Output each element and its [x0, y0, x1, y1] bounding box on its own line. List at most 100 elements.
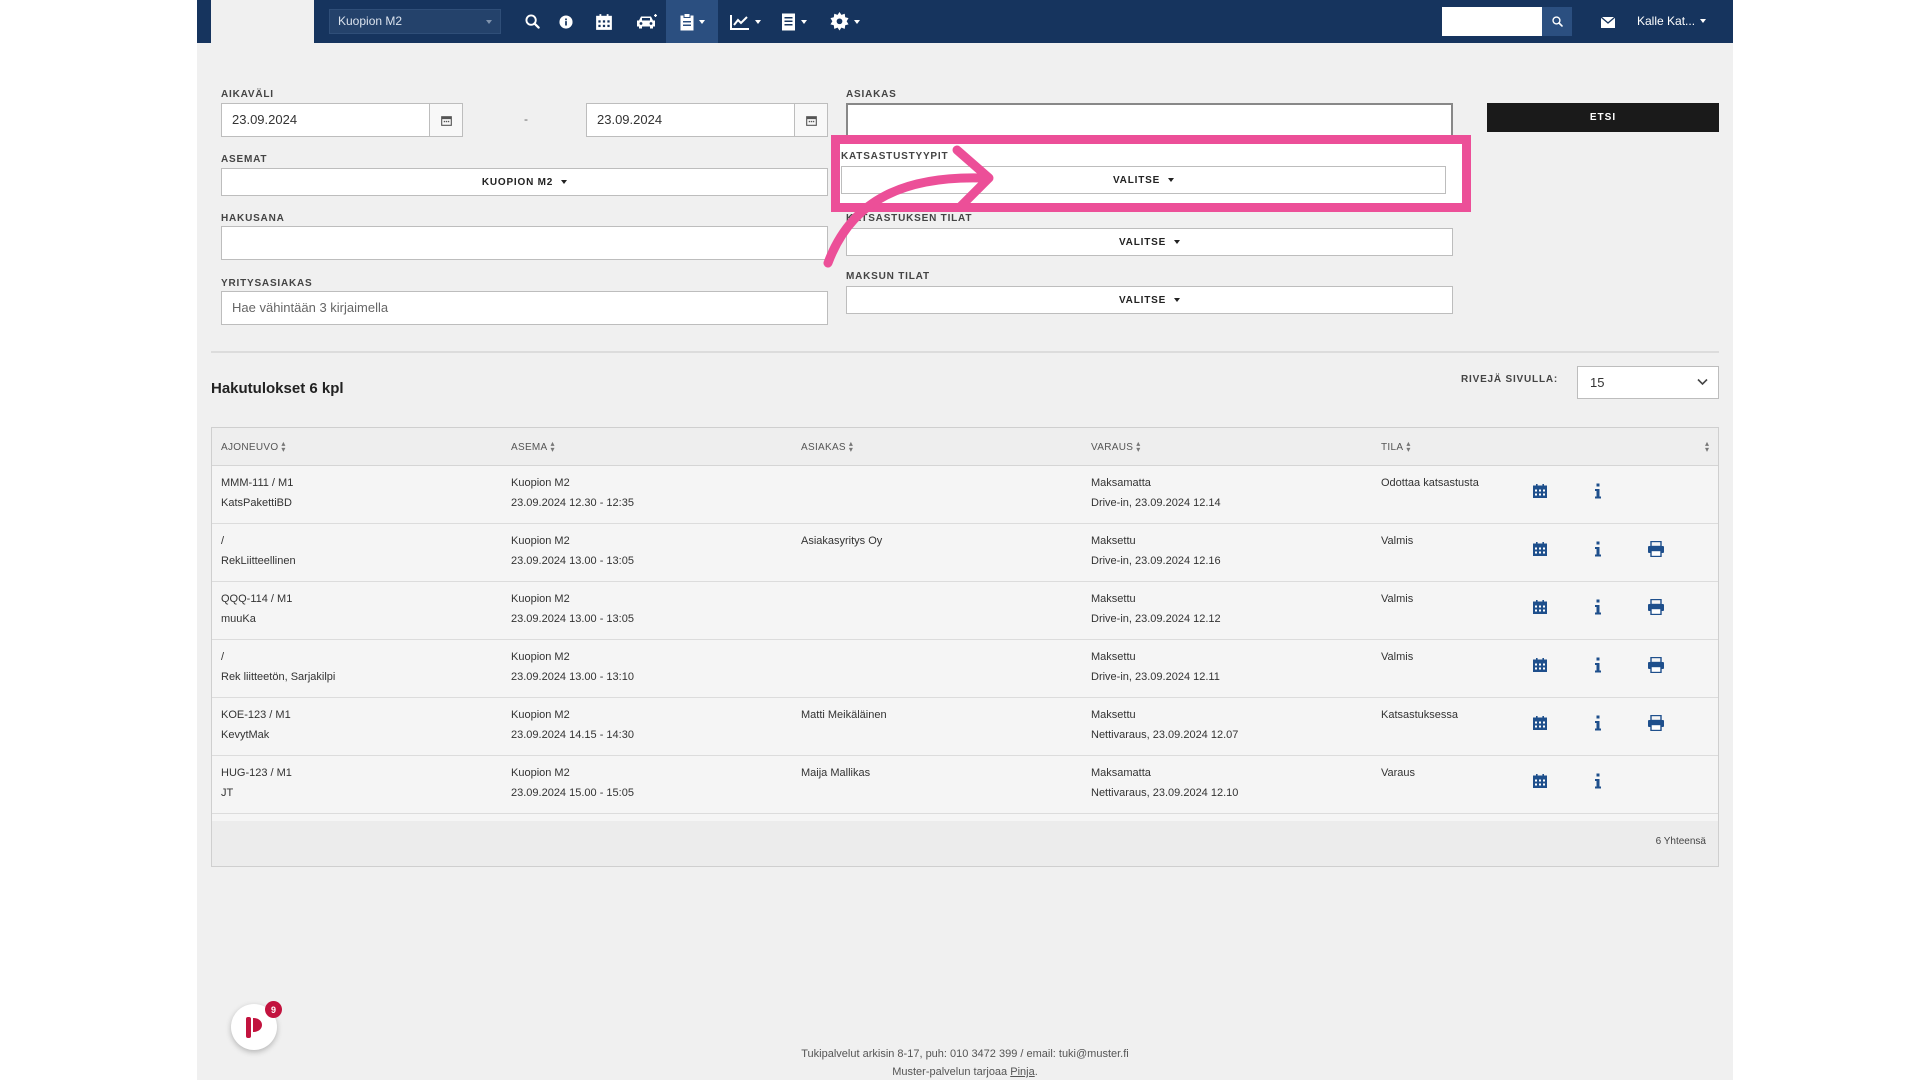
table-row[interactable]: / Rek liitteetön, Sarjakilpi Kuopion M2 23.… [212, 640, 1718, 698]
info-action-button[interactable] [1587, 656, 1609, 678]
calendar-action-button[interactable] [1529, 656, 1551, 678]
column-header-tila[interactable]: TILA ▴ ▾ [1381, 440, 1411, 454]
nav-vehicles[interactable] [625, 0, 669, 43]
calendar-action-button[interactable] [1529, 482, 1551, 504]
info-action-button[interactable] [1587, 482, 1609, 504]
nav-documents[interactable] [772, 0, 816, 43]
nav-search[interactable] [515, 0, 549, 43]
global-search-input[interactable] [1442, 7, 1542, 36]
inspection-status: Odottaa katsastusta [1381, 477, 1479, 489]
calendar-icon [1532, 715, 1548, 736]
asiakas-label: ASIAKAS [846, 89, 897, 100]
table-row[interactable]: MMM-111 / M1 KatsPakettiBD Kuopion M2 23.09… [212, 466, 1718, 524]
payment-status: Maksettu [1091, 593, 1136, 605]
vehicle-registration: KOE-123 / M1 [221, 709, 291, 721]
logo-area[interactable] [211, 0, 314, 43]
info-action-button[interactable] [1587, 598, 1609, 620]
date-from-input[interactable]: 23.09.2024 [221, 103, 430, 137]
cell-status: Valmis [1381, 589, 1413, 609]
info-action-button[interactable] [1587, 772, 1609, 794]
print-action-button[interactable] [1645, 714, 1667, 736]
cell-station: Kuopion M2 23.09.2024 13.00 - 13:05 [511, 531, 634, 571]
gear-icon [830, 12, 849, 31]
chevron-down-icon [1168, 178, 1175, 182]
vehicle-registration: / [221, 651, 225, 663]
footer-provider-link[interactable]: Pinja [1010, 1066, 1034, 1078]
asemat-dropdown[interactable]: KUOPION M2 [221, 168, 828, 196]
chat-notification-badge: 9 [265, 1001, 282, 1018]
booking-info: Drive-in, 23.09.2024 12.14 [1091, 497, 1221, 509]
table-row[interactable]: QQQ-114 / M1 muuKa Kuopion M2 23.09.2024 13… [212, 582, 1718, 640]
printer-icon [1647, 656, 1665, 678]
global-search-button[interactable] [1542, 7, 1572, 36]
table-row[interactable]: HUG-123 / M1 JT Kuopion M2 23.09.2024 15.00… [212, 756, 1718, 814]
info-action-button[interactable] [1587, 714, 1609, 736]
asiakas-input[interactable] [846, 103, 1453, 137]
payment-status: Maksettu [1091, 535, 1136, 547]
table-row[interactable]: / RekLiitteellinen Kuopion M2 23.09.2024 13… [212, 524, 1718, 582]
mail-icon[interactable] [1600, 15, 1616, 33]
print-action-button[interactable] [1645, 656, 1667, 678]
vehicle-registration: QQQ-114 / M1 [221, 593, 293, 605]
inspection-status: Katsastuksessa [1381, 709, 1459, 721]
calendar-action-button[interactable] [1529, 598, 1551, 620]
date-to-calendar-button[interactable] [794, 103, 828, 137]
calendar-action-button[interactable] [1529, 714, 1551, 736]
column-header-asema[interactable]: ASEMA ▴ ▾ [511, 440, 555, 454]
booking-info: Nettivaraus, 23.09.2024 12.07 [1091, 729, 1239, 741]
date-from-calendar-button[interactable] [429, 103, 463, 137]
katsastuksen-tilat-value: VALITSE [1118, 236, 1167, 248]
results-table: AJONEUVO ▴ ▾ ASEMA ▴ ▾ ASIAKAS ▴ ▾ VARAUS ▴ ▾ TI… [211, 427, 1719, 867]
hakusana-input[interactable] [221, 226, 828, 260]
rows-per-page-label: RIVEJÄ SIVULLA: [1461, 374, 1559, 385]
cell-customer: Asiakasyritys Oy [801, 531, 882, 551]
booking-info: Drive-in, 23.09.2024 12.12 [1091, 613, 1221, 625]
nav-reports[interactable] [720, 0, 770, 43]
customer-name: Asiakasyritys Oy [801, 535, 883, 547]
cell-customer: Matti Meikäläinen [801, 705, 887, 725]
rows-per-page-select[interactable]: 15 [1577, 366, 1719, 399]
print-action-button[interactable] [1645, 540, 1667, 562]
nav-calendar[interactable] [583, 0, 625, 43]
user-menu[interactable]: Kalle Kat... [1637, 14, 1707, 28]
inspection-time: 23.09.2024 13.00 - 13:10 [511, 671, 634, 683]
calendar-action-button[interactable] [1529, 540, 1551, 562]
station-name: Kuopion M2 [511, 767, 570, 779]
info-icon [1594, 483, 1602, 504]
maksun-tilat-value: VALITSE [1118, 294, 1167, 306]
chevron-down-icon [1174, 240, 1181, 244]
station-name: Kuopion M2 [511, 477, 570, 489]
clipboard-icon [680, 12, 693, 30]
katsastustyypit-value: VALITSE [1112, 174, 1161, 186]
column-header-ajoneuvo[interactable]: AJONEUVO ▴ ▾ [221, 440, 286, 454]
footer-support-text: Tukipalvelut arkisin 8-17, puh: 010 3472… [801, 1048, 1129, 1060]
nav-inspections[interactable] [666, 0, 718, 43]
table-row[interactable]: KOE-123 / M1 KevytMak Kuopion M2 23.09.2024… [212, 698, 1718, 756]
hakusana-label: HAKUSANA [221, 213, 285, 224]
yritysasiakas-input[interactable]: Hae vähintään 3 kirjaimella [221, 291, 828, 325]
customer-name: Maija Mallikas [801, 767, 871, 779]
station-select[interactable]: Kuopion M2 [329, 9, 501, 34]
vehicle-description: muuKa [221, 613, 256, 625]
station-name: Kuopion M2 [511, 593, 570, 605]
nav-info[interactable] [549, 0, 583, 43]
inspection-status: Valmis [1381, 535, 1414, 547]
search-button[interactable]: ETSI [1487, 103, 1719, 132]
print-action-button[interactable] [1645, 598, 1667, 620]
inspection-time: 23.09.2024 13.00 - 13:05 [511, 613, 634, 625]
printer-icon [1647, 714, 1665, 736]
date-to-input[interactable]: 23.09.2024 [586, 103, 795, 137]
calendar-action-button[interactable] [1529, 772, 1551, 794]
table-header: AJONEUVO ▴ ▾ ASEMA ▴ ▾ ASIAKAS ▴ ▾ VARAUS ▴ ▾ TI… [212, 428, 1718, 466]
column-header-asiakas[interactable]: ASIAKAS ▴ ▾ [801, 440, 853, 454]
printer-icon [1647, 540, 1665, 562]
info-icon [1594, 657, 1602, 678]
column-header-varaus[interactable]: VARAUS ▴ ▾ [1091, 440, 1141, 454]
nav-settings[interactable] [820, 0, 870, 43]
chevron-down-icon [854, 19, 860, 24]
column-header-actions-sort[interactable]: ▴ ▾ [1702, 440, 1709, 454]
asemat-dropdown-value: KUOPION M2 [481, 176, 554, 188]
maksun-tilat-dropdown[interactable]: VALITSE [846, 286, 1453, 314]
info-action-button[interactable] [1587, 540, 1609, 562]
cell-station: Kuopion M2 23.09.2024 13.00 - 13:05 [511, 589, 634, 629]
